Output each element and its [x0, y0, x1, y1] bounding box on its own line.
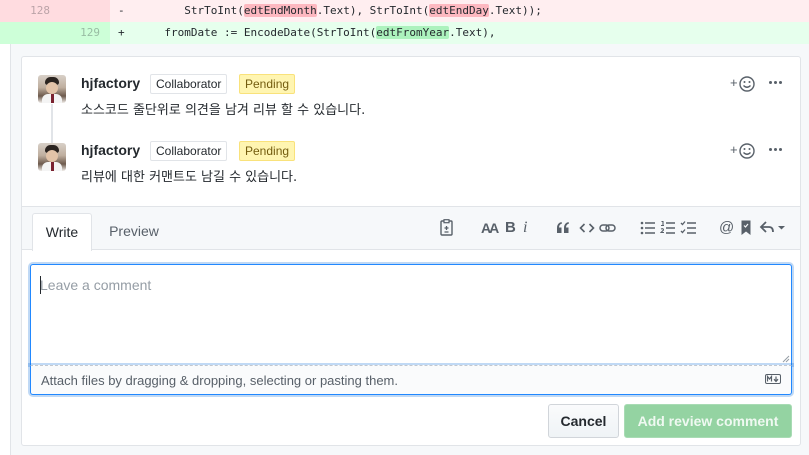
text-caret	[40, 276, 41, 294]
mention-icon[interactable]: @	[719, 219, 734, 237]
code-content: - StrToInt(edtEndMonth.Text), StrToInt(e…	[118, 0, 542, 22]
heading-icon[interactable]: AA	[481, 219, 499, 237]
file-diff-icon[interactable]	[439, 219, 455, 237]
plus-icon: +	[730, 142, 738, 157]
pending-badge: Pending	[239, 141, 296, 161]
avatar[interactable]	[38, 75, 66, 103]
quote-icon[interactable]	[556, 219, 570, 237]
code-token-highlight: edtEndMonth	[243, 4, 317, 17]
code-content: + fromDate := EncodeDate(StrToInt(edtFro…	[118, 22, 496, 44]
new-line-number[interactable]: 129	[60, 22, 110, 44]
code-text: StrToInt(	[157, 4, 244, 17]
tab-preview[interactable]: Preview	[100, 213, 168, 249]
tab-write[interactable]: Write	[32, 213, 92, 251]
comment-author[interactable]: hjfactory	[81, 75, 140, 91]
bookmark-icon[interactable]	[740, 219, 752, 237]
unordered-list-icon[interactable]	[640, 219, 656, 237]
link-icon[interactable]	[599, 219, 616, 237]
reply-icon[interactable]	[759, 219, 787, 237]
diff-deleted-line: 128 - StrToInt(edtEndMonth.Text), StrToI…	[0, 0, 809, 22]
comment-body: 리뷰에 대한 커맨트도 남길 수 있습니다.	[81, 170, 298, 185]
add-reaction-button[interactable]: +	[730, 142, 758, 160]
kebab-horizontal-icon[interactable]	[768, 74, 784, 90]
comment-body: 소스코드 줄단위로 의견을 남겨 리뷰 할 수 있습니다.	[81, 103, 366, 118]
smiley-icon	[739, 76, 755, 92]
ordered-list-icon[interactable]	[660, 219, 676, 237]
avatar[interactable]	[38, 143, 66, 171]
code-text: fromDate := EncodeDate(StrToInt(	[151, 26, 377, 39]
comment-textarea[interactable]: Leave a comment	[30, 264, 792, 365]
cancel-button[interactable]: Cancel	[548, 404, 619, 438]
code-icon[interactable]	[579, 219, 595, 237]
diff-sign: +	[118, 26, 125, 39]
collaborator-label: Collaborator	[150, 141, 228, 161]
add-review-comment-button[interactable]: Add review comment	[624, 404, 792, 438]
plus-icon: +	[730, 75, 738, 90]
comment-author[interactable]: hjfactory	[81, 142, 140, 158]
code-text: .Text), StrToInt(	[316, 4, 430, 17]
task-list-icon[interactable]	[680, 219, 697, 237]
code-text: .Text),	[449, 26, 496, 39]
old-line-number[interactable]	[0, 22, 60, 44]
markdown-icon[interactable]	[765, 374, 781, 384]
old-line-number[interactable]: 128	[0, 0, 60, 22]
italic-icon[interactable]: i	[523, 219, 527, 237]
attach-files-dropzone[interactable]: Attach files by dragging & dropping, sel…	[30, 365, 792, 395]
pending-badge: Pending	[239, 74, 296, 94]
kebab-horizontal-icon[interactable]	[768, 141, 784, 157]
code-token-highlight: edtEndDay	[429, 4, 489, 17]
resize-handle-icon[interactable]	[782, 355, 790, 363]
code-token-highlight: edtFromYear	[376, 26, 450, 39]
new-line-number[interactable]	[60, 0, 110, 22]
diff-sign: -	[118, 4, 125, 17]
collaborator-label: Collaborator	[150, 74, 228, 94]
code-text: .Text));	[488, 4, 542, 17]
thread-connector	[51, 104, 53, 144]
diff-added-line: 129 + fromDate := EncodeDate(StrToInt(ed…	[0, 22, 809, 44]
smiley-icon	[739, 143, 755, 159]
add-reaction-button[interactable]: +	[730, 75, 758, 93]
bold-icon[interactable]: B	[505, 219, 516, 237]
